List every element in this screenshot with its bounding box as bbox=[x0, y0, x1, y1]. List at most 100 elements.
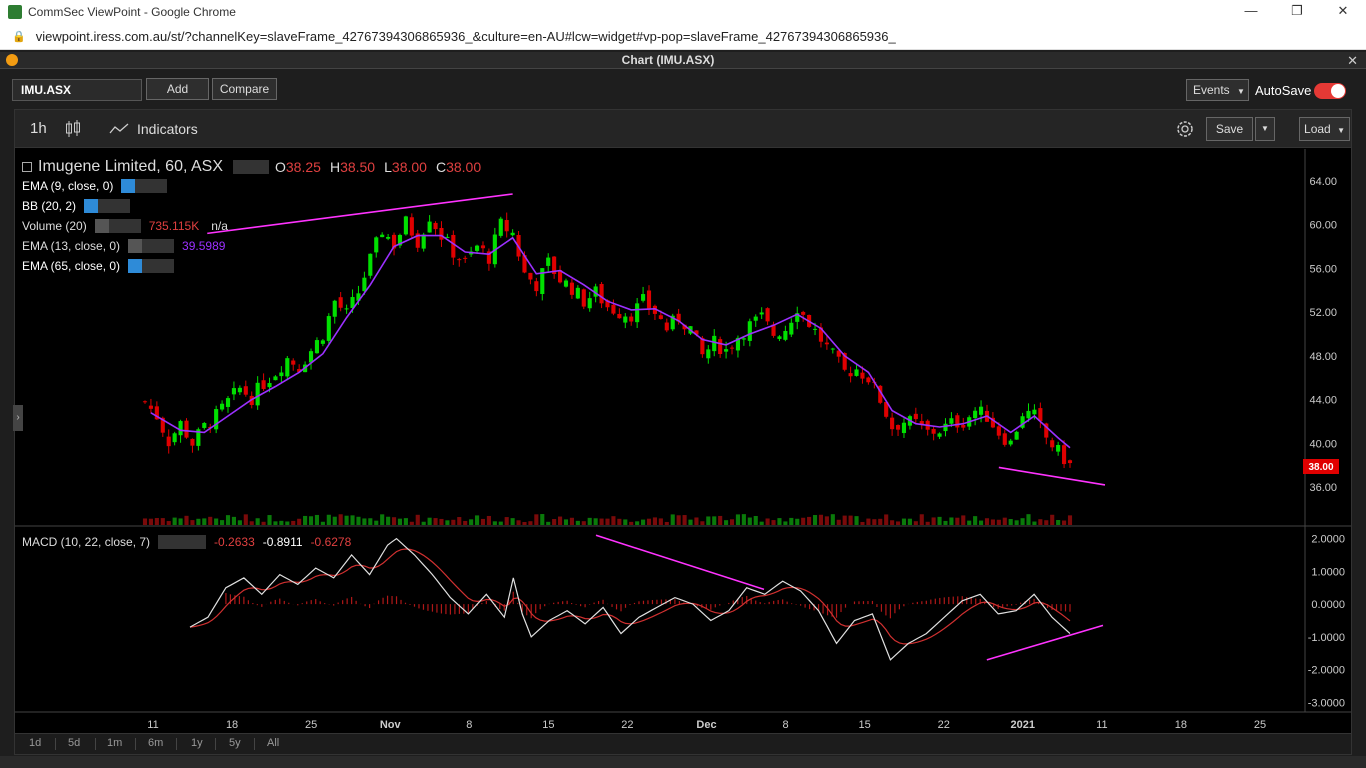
candle-body bbox=[712, 335, 717, 352]
volume-bar bbox=[350, 515, 355, 525]
volume-bar bbox=[872, 519, 877, 525]
x-tick-label: Dec bbox=[696, 719, 716, 731]
price-tick-label: 60.00 bbox=[1309, 220, 1337, 232]
volume-bar bbox=[919, 514, 924, 525]
candle-body bbox=[267, 383, 272, 388]
range-divider bbox=[176, 738, 177, 750]
volume-bar bbox=[190, 520, 195, 525]
volume-bar bbox=[753, 515, 758, 525]
candle-body bbox=[587, 298, 592, 309]
candle-body bbox=[308, 351, 314, 363]
volume-bar bbox=[617, 518, 622, 525]
candle-body bbox=[546, 257, 551, 266]
candlestick-icon[interactable] bbox=[65, 119, 81, 139]
volume-bar bbox=[623, 519, 628, 525]
address-bar[interactable]: 🔒 viewpoint.iress.com.au/st/?channelKey=… bbox=[0, 24, 1366, 50]
volume-bar bbox=[457, 517, 462, 525]
macd-trendline-top[interactable] bbox=[595, 534, 765, 591]
study-settings-icons[interactable] bbox=[94, 219, 141, 233]
volume-bar bbox=[646, 518, 652, 525]
volume-bar bbox=[658, 518, 663, 525]
candle-body bbox=[1008, 440, 1013, 445]
range-all[interactable]: All bbox=[267, 737, 279, 749]
volume-bar bbox=[1020, 518, 1025, 525]
volume-bar bbox=[1002, 517, 1007, 525]
range-5y[interactable]: 5y bbox=[229, 737, 241, 749]
volume-bar bbox=[492, 521, 497, 525]
volume-bar bbox=[225, 515, 231, 525]
volume-bar bbox=[510, 518, 515, 525]
volume-bar bbox=[605, 518, 610, 525]
autosave-toggle[interactable] bbox=[1314, 83, 1346, 99]
volume-bar bbox=[694, 517, 699, 525]
candle-body bbox=[243, 386, 248, 395]
app-icon bbox=[8, 5, 22, 19]
compare-button[interactable]: Compare bbox=[212, 78, 277, 100]
add-button[interactable]: Add bbox=[146, 78, 209, 100]
volume-bar bbox=[664, 521, 669, 525]
range-1d[interactable]: 1d bbox=[29, 737, 41, 749]
macd-histogram bbox=[225, 591, 1071, 619]
indicators-button[interactable]: Indicators bbox=[137, 121, 198, 137]
study-settings-icons[interactable] bbox=[84, 199, 131, 213]
range-1y[interactable]: 1y bbox=[191, 737, 203, 749]
price-tick-label: 52.00 bbox=[1309, 307, 1337, 319]
candle-body bbox=[629, 316, 634, 322]
candle-body bbox=[166, 436, 171, 447]
url-text[interactable]: viewpoint.iress.com.au/st/?channelKey=sl… bbox=[36, 29, 896, 44]
x-tick-label: 8 bbox=[783, 719, 789, 731]
macd-label: MACD (10, 22, close, 7) bbox=[22, 535, 151, 549]
indicators-icon[interactable] bbox=[109, 122, 129, 136]
volume-bar bbox=[901, 518, 907, 525]
left-expand-chevron-icon[interactable]: › bbox=[13, 405, 23, 431]
volume-bar bbox=[984, 518, 990, 525]
gear-icon[interactable] bbox=[1174, 118, 1196, 140]
x-tick-label: Nov bbox=[380, 719, 402, 731]
candle-body bbox=[320, 340, 325, 344]
study-row: EMA (9, close, 0) bbox=[22, 176, 481, 196]
macd-settings-icons[interactable] bbox=[158, 535, 207, 549]
range-1m[interactable]: 1m bbox=[107, 737, 122, 749]
panel-close-button[interactable]: ✕ bbox=[1347, 52, 1358, 69]
x-tick-label: 11 bbox=[147, 719, 158, 731]
volume-bar bbox=[433, 518, 438, 525]
candle-body bbox=[142, 401, 148, 403]
volume-bar bbox=[759, 521, 764, 525]
volume-bar bbox=[243, 514, 248, 525]
candle-body bbox=[510, 232, 515, 236]
load-dropdown[interactable]: Load ▼ bbox=[1299, 117, 1350, 141]
close-window-button[interactable]: ✕ bbox=[1320, 0, 1366, 24]
candle-body bbox=[759, 312, 764, 315]
interval-selector[interactable]: 1h bbox=[30, 120, 47, 137]
volume-bar bbox=[534, 514, 539, 525]
restore-button[interactable]: ❐ bbox=[1274, 0, 1320, 24]
volume-bar bbox=[386, 516, 391, 525]
range-5d[interactable]: 5d bbox=[68, 737, 80, 749]
legend-settings-icons[interactable] bbox=[233, 160, 269, 174]
symbol-toolbar: IMU.ASX Add Compare Events ▼ AutoSave bbox=[0, 70, 1366, 108]
x-tick-label: 15 bbox=[859, 719, 871, 731]
low-label: L bbox=[384, 159, 392, 175]
volume-bar bbox=[172, 517, 177, 525]
candle-body bbox=[273, 376, 278, 381]
candle-body bbox=[231, 388, 237, 395]
range-6m[interactable]: 6m bbox=[148, 737, 163, 749]
volume-bar bbox=[166, 521, 171, 525]
save-menu-chevron-down-icon[interactable]: ▼ bbox=[1255, 117, 1275, 141]
candle-body bbox=[718, 339, 723, 355]
volume-bar bbox=[504, 517, 509, 525]
candle-body bbox=[753, 316, 758, 321]
collapse-legend-icon[interactable] bbox=[22, 162, 32, 172]
autosave-label: AutoSave bbox=[1255, 83, 1312, 98]
events-dropdown[interactable]: Events ▼ bbox=[1186, 79, 1249, 101]
study-settings-icons[interactable] bbox=[128, 259, 175, 273]
candle-body bbox=[1067, 460, 1073, 464]
legend-main-row: Imugene Limited, 60, ASX O 38.25 H 38.50 L… bbox=[22, 158, 481, 176]
study-settings-icons[interactable] bbox=[121, 179, 168, 193]
study-settings-icons[interactable] bbox=[128, 239, 175, 253]
minimize-button[interactable]: — bbox=[1228, 0, 1274, 24]
symbol-input[interactable]: IMU.ASX bbox=[12, 79, 142, 101]
save-button[interactable]: Save bbox=[1206, 117, 1253, 141]
macd-trendline-bottom[interactable] bbox=[986, 624, 1104, 661]
candle-body bbox=[741, 338, 746, 340]
